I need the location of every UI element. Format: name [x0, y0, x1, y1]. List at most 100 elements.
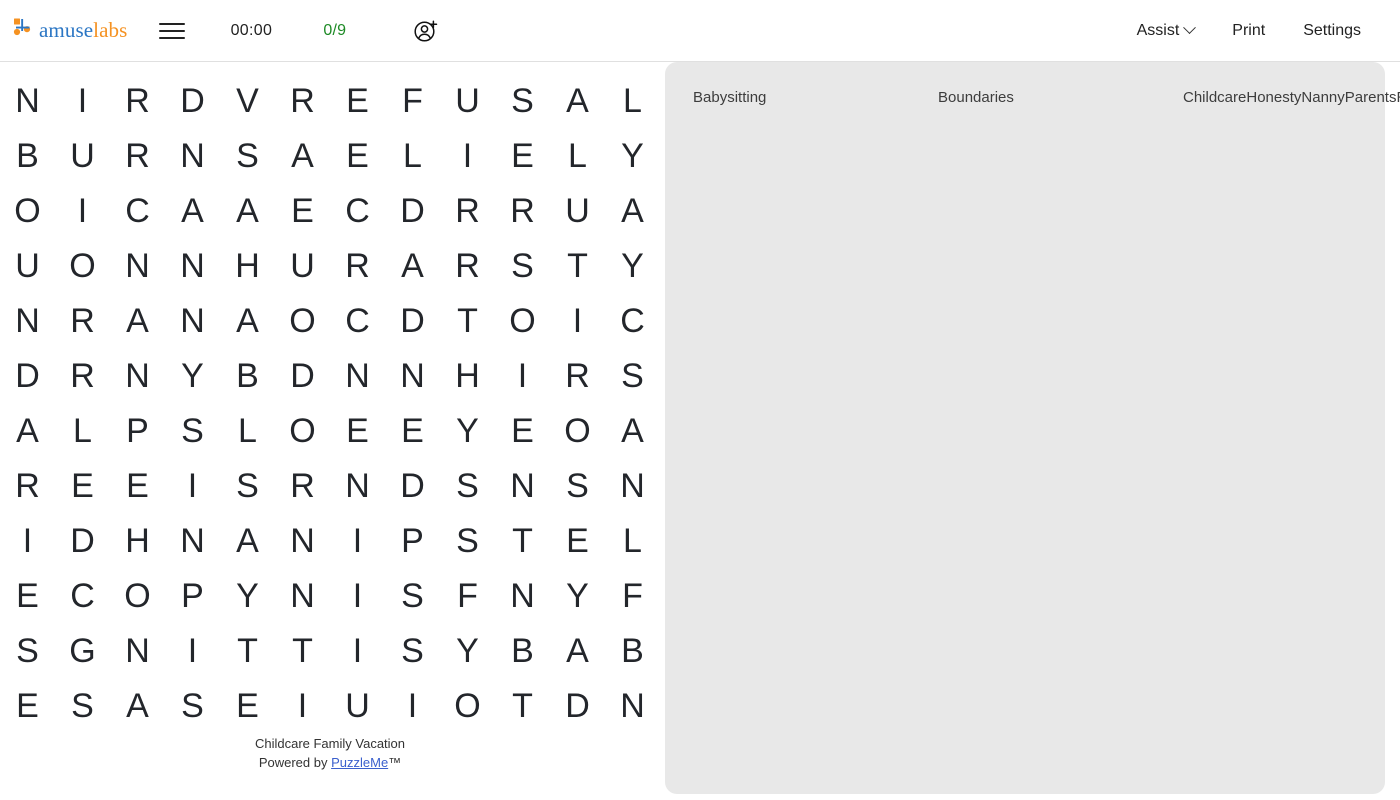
grid-cell[interactable]: N: [165, 239, 220, 294]
word-list-item[interactable]: Childcare: [1183, 84, 1246, 111]
timer-display[interactable]: 00:00: [225, 22, 277, 40]
grid-cell[interactable]: R: [440, 184, 495, 239]
grid-cell[interactable]: L: [605, 514, 660, 569]
grid-cell[interactable]: O: [495, 294, 550, 349]
grid-cell[interactable]: T: [550, 239, 605, 294]
word-list-item[interactable]: Boundaries: [938, 84, 1183, 111]
grid-cell[interactable]: F: [385, 74, 440, 129]
grid-cell[interactable]: B: [220, 349, 275, 404]
grid-cell[interactable]: A: [220, 294, 275, 349]
grid-cell[interactable]: E: [495, 404, 550, 459]
grid-cell[interactable]: S: [220, 129, 275, 184]
grid-cell[interactable]: V: [220, 74, 275, 129]
grid-cell[interactable]: E: [275, 184, 330, 239]
grid-cell[interactable]: A: [605, 184, 660, 239]
grid-cell[interactable]: B: [495, 624, 550, 679]
grid-cell[interactable]: I: [385, 679, 440, 734]
grid-cell[interactable]: T: [495, 679, 550, 734]
grid-cell[interactable]: D: [385, 459, 440, 514]
grid-cell[interactable]: N: [330, 349, 385, 404]
grid-cell[interactable]: I: [165, 459, 220, 514]
grid-cell[interactable]: S: [385, 569, 440, 624]
grid-cell[interactable]: E: [330, 74, 385, 129]
grid-cell[interactable]: E: [55, 459, 110, 514]
word-list-item[interactable]: Refusal: [1396, 84, 1400, 111]
grid-cell[interactable]: A: [220, 514, 275, 569]
grid-cell[interactable]: D: [385, 294, 440, 349]
grid-cell[interactable]: O: [55, 239, 110, 294]
grid-cell[interactable]: I: [495, 349, 550, 404]
grid-cell[interactable]: I: [550, 294, 605, 349]
grid-cell[interactable]: Y: [165, 349, 220, 404]
grid-cell[interactable]: I: [165, 624, 220, 679]
grid-cell[interactable]: B: [0, 129, 55, 184]
grid-cell[interactable]: A: [550, 624, 605, 679]
grid-cell[interactable]: N: [110, 624, 165, 679]
grid-cell[interactable]: I: [275, 679, 330, 734]
grid-cell[interactable]: L: [55, 404, 110, 459]
grid-cell[interactable]: S: [550, 459, 605, 514]
settings-button[interactable]: Settings: [1284, 14, 1380, 48]
grid-cell[interactable]: D: [165, 74, 220, 129]
grid-cell[interactable]: S: [220, 459, 275, 514]
grid-cell[interactable]: R: [110, 129, 165, 184]
grid-cell[interactable]: R: [330, 239, 385, 294]
grid-cell[interactable]: N: [605, 679, 660, 734]
grid-cell[interactable]: A: [385, 239, 440, 294]
grid-cell[interactable]: D: [275, 349, 330, 404]
grid-cell[interactable]: E: [385, 404, 440, 459]
word-list-item[interactable]: Babysitting: [693, 84, 938, 111]
grid-cell[interactable]: R: [55, 349, 110, 404]
grid-cell[interactable]: A: [605, 404, 660, 459]
grid-cell[interactable]: R: [275, 74, 330, 129]
grid-cell[interactable]: L: [220, 404, 275, 459]
grid-cell[interactable]: T: [440, 294, 495, 349]
grid-cell[interactable]: R: [0, 459, 55, 514]
grid-cell[interactable]: S: [440, 514, 495, 569]
grid-cell[interactable]: U: [55, 129, 110, 184]
grid-cell[interactable]: E: [330, 129, 385, 184]
grid-cell[interactable]: O: [440, 679, 495, 734]
grid-cell[interactable]: N: [605, 459, 660, 514]
grid-cell[interactable]: S: [165, 679, 220, 734]
grid-cell[interactable]: A: [0, 404, 55, 459]
grid-cell[interactable]: R: [440, 239, 495, 294]
grid-cell[interactable]: U: [550, 184, 605, 239]
grid-cell[interactable]: Y: [440, 404, 495, 459]
grid-cell[interactable]: D: [0, 349, 55, 404]
grid-cell[interactable]: E: [330, 404, 385, 459]
grid-cell[interactable]: N: [330, 459, 385, 514]
grid-cell[interactable]: L: [550, 129, 605, 184]
grid-cell[interactable]: R: [495, 184, 550, 239]
grid-cell[interactable]: C: [330, 184, 385, 239]
grid-cell[interactable]: E: [220, 679, 275, 734]
grid-cell[interactable]: N: [165, 514, 220, 569]
grid-cell[interactable]: I: [330, 569, 385, 624]
grid-cell[interactable]: I: [330, 624, 385, 679]
grid-cell[interactable]: P: [385, 514, 440, 569]
grid-cell[interactable]: I: [55, 184, 110, 239]
grid-cell[interactable]: C: [605, 294, 660, 349]
grid-cell[interactable]: O: [275, 294, 330, 349]
assist-button[interactable]: Assist: [1118, 14, 1214, 48]
grid-cell[interactable]: R: [550, 349, 605, 404]
word-list-item[interactable]: Honesty: [1246, 84, 1301, 111]
grid-cell[interactable]: T: [220, 624, 275, 679]
grid-cell[interactable]: E: [550, 514, 605, 569]
puzzleme-link[interactable]: PuzzleMe: [331, 755, 388, 770]
grid-cell[interactable]: A: [110, 294, 165, 349]
grid-cell[interactable]: A: [550, 74, 605, 129]
grid-cell[interactable]: O: [110, 569, 165, 624]
grid-cell[interactable]: N: [275, 569, 330, 624]
grid-cell[interactable]: A: [165, 184, 220, 239]
grid-cell[interactable]: T: [495, 514, 550, 569]
hamburger-menu-icon[interactable]: [159, 20, 186, 42]
grid-cell[interactable]: N: [495, 569, 550, 624]
grid-cell[interactable]: N: [275, 514, 330, 569]
grid-cell[interactable]: O: [550, 404, 605, 459]
grid-cell[interactable]: L: [385, 129, 440, 184]
grid-cell[interactable]: I: [440, 129, 495, 184]
grid-cell[interactable]: C: [110, 184, 165, 239]
grid-cell[interactable]: N: [110, 349, 165, 404]
grid-cell[interactable]: U: [440, 74, 495, 129]
